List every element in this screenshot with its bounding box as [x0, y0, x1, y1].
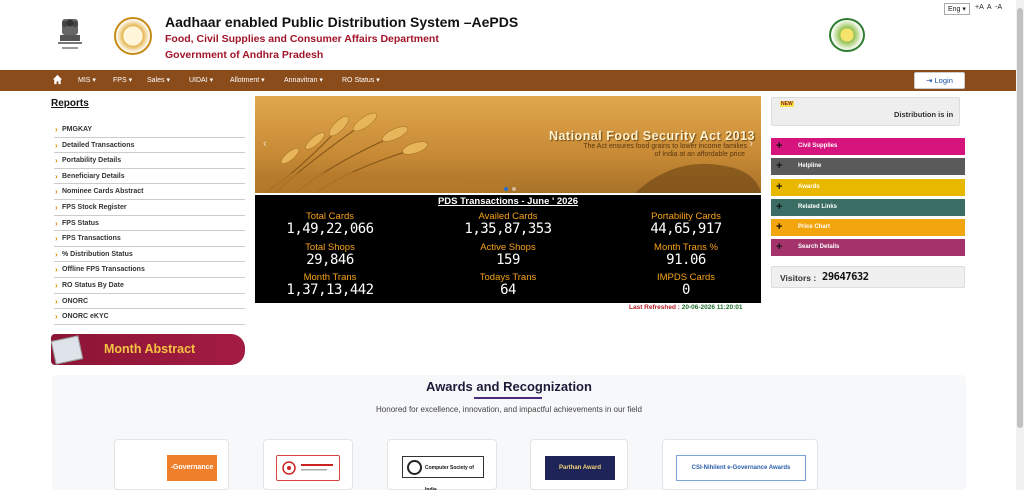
- stats-heading: PDS Transactions - June ' 2026: [437, 196, 579, 207]
- stat-active-shops: Active Shops 159: [480, 242, 536, 268]
- csi-emblem-icon: [407, 460, 422, 475]
- awards-description: Honored for excellence, innovation, and …: [376, 405, 642, 414]
- report-link-beneficiary-details[interactable]: Beneficiary Details: [54, 169, 245, 185]
- plus-icon: +: [776, 201, 783, 213]
- award-card[interactable]: CSI-Nihilent e-Governance Awards: [662, 439, 818, 490]
- scrollbar[interactable]: [1016, 0, 1024, 490]
- carousel-dots: [504, 178, 520, 193]
- scrollbar-thumb[interactable]: [1017, 8, 1023, 428]
- banner-line-2: of India at an affordable price: [654, 151, 745, 158]
- visitor-counter: Visitors : 29647632: [771, 266, 965, 288]
- nav-annavitran[interactable]: Annavitran ▾: [284, 76, 323, 84]
- page: Aadhaar enabled Public Distribution Syst…: [0, 0, 1024, 490]
- awards-section: Awards and Recognization Honored for exc…: [52, 375, 966, 490]
- award-logo: [276, 455, 340, 481]
- department-seal-icon: [114, 17, 152, 55]
- nav-mis[interactable]: MIS ▾: [78, 76, 96, 84]
- last-refreshed: Last Refreshed : 20-06-2026 11:20:01: [629, 304, 743, 311]
- stat-portability-cards: Portability Cards 44,65,917: [650, 211, 722, 237]
- link-price-chart[interactable]: + Price Chart: [771, 219, 965, 236]
- heading-underline: [474, 397, 542, 399]
- plus-icon: +: [776, 221, 783, 233]
- award-logo: Parthan Award: [545, 456, 615, 480]
- stat-impds-cards: IMPDS Cards 0: [656, 272, 716, 298]
- nav-allotment[interactable]: Allotment ▾: [230, 76, 265, 84]
- report-link-onorc-ekyc[interactable]: ONORC eKYC: [54, 309, 245, 325]
- stat-total-shops: Total Shops 29,846: [305, 242, 355, 268]
- report-link-portability-details[interactable]: Portability Details: [54, 153, 245, 169]
- stat-month-trans-percent: Month Trans % 91.06: [654, 242, 718, 268]
- government-name: Government of Andhra Pradesh: [165, 49, 324, 61]
- link-helpline[interactable]: + Helpline: [771, 158, 965, 175]
- stat-availed-cards: Availed Cards 1,35,87,353: [464, 211, 552, 237]
- main-nav: MIS ▾ FPS ▾ Sales ▾ UIDAI ▾ Allotment ▾ …: [0, 70, 1016, 91]
- department-name: Food, Civil Supplies and Consumer Affair…: [165, 33, 439, 45]
- reports-list: PMGKAY Detailed Transactions Portability…: [54, 122, 245, 325]
- carousel-next-icon[interactable]: ›: [749, 138, 753, 150]
- awards-heading: Awards and Recognization: [426, 379, 592, 394]
- award-card[interactable]: Computer Society of India: [387, 439, 497, 490]
- report-link-detailed-transactions[interactable]: Detailed Transactions: [54, 138, 245, 154]
- national-emblem-icon: [58, 19, 82, 49]
- nav-fps[interactable]: FPS ▾: [113, 76, 132, 84]
- site-title: Aadhaar enabled Public Distribution Syst…: [165, 14, 519, 30]
- report-link-fps-status[interactable]: FPS Status: [54, 216, 245, 232]
- font-size-controls[interactable]: +A A -A: [975, 4, 1002, 11]
- report-link-fps-stock-register[interactable]: FPS Stock Register: [54, 200, 245, 216]
- pds-transactions-board: PDS Transactions - June ' 2026 Total Car…: [255, 195, 761, 303]
- link-awards[interactable]: + Awards: [771, 179, 965, 196]
- news-ticker[interactable]: NEW Distribution is in: [771, 97, 960, 126]
- banner-title: National Food Security Act 2013: [548, 129, 755, 143]
- banner-line-1: The Act ensures food grains to lower inc…: [583, 143, 747, 150]
- award-logo: -Governance: [167, 455, 217, 481]
- award-logo: CSI-Nihilent e-Governance Awards: [676, 455, 806, 481]
- andhra-pradesh-logo-icon: [829, 18, 865, 52]
- award-card[interactable]: -Governance: [114, 439, 229, 490]
- stat-total-cards: Total Cards 1,49,22,066: [286, 211, 374, 237]
- report-link-ro-status-by-date[interactable]: RO Status By Date: [54, 278, 245, 294]
- report-link-fps-transactions[interactable]: FPS Transactions: [54, 231, 245, 247]
- login-button[interactable]: ⇥ Login: [914, 72, 965, 89]
- home-icon[interactable]: [52, 74, 63, 85]
- new-badge: NEW: [780, 101, 794, 107]
- nav-sales[interactable]: Sales ▾: [147, 76, 170, 84]
- plus-icon: +: [776, 160, 783, 172]
- link-related-links[interactable]: + Related Links: [771, 199, 965, 216]
- document-icon: [50, 335, 84, 365]
- report-link-distribution-status[interactable]: % Distribution Status: [54, 247, 245, 263]
- stat-todays-trans: Todays Trans 64: [479, 272, 537, 298]
- stat-month-trans: Month Trans 1,37,13,442: [286, 272, 374, 298]
- award-card[interactable]: [263, 439, 353, 490]
- news-text: Distribution is in: [894, 110, 954, 119]
- reports-heading: Reports: [51, 98, 89, 109]
- link-search-details[interactable]: + Search Details: [771, 239, 965, 256]
- award-card[interactable]: Parthan Award: [530, 439, 628, 490]
- link-civil-supplies[interactable]: + Civil Supplies: [771, 138, 965, 155]
- plus-icon: +: [776, 241, 783, 253]
- carousel-prev-icon[interactable]: ‹: [263, 138, 267, 150]
- nav-ro-status[interactable]: RO Status ▾: [342, 76, 380, 84]
- report-link-offline-fps-transactions[interactable]: Offline FPS Transactions: [54, 262, 245, 278]
- login-icon: ⇥: [926, 76, 933, 85]
- report-link-onorc[interactable]: ONORC: [54, 294, 245, 310]
- nav-uidai[interactable]: UIDAI ▾: [189, 76, 213, 84]
- plus-icon: +: [776, 140, 783, 152]
- report-link-nominee-cards-abstract[interactable]: Nominee Cards Abstract: [54, 184, 245, 200]
- plus-icon: +: [776, 181, 783, 193]
- award-emblem-icon: [282, 461, 333, 475]
- header: Aadhaar enabled Public Distribution Syst…: [0, 0, 1016, 70]
- language-select[interactable]: Eng ▾: [944, 3, 970, 15]
- month-abstract-button[interactable]: Month Abstract: [50, 334, 245, 365]
- report-link-pmgkay[interactable]: PMGKAY: [54, 122, 245, 138]
- award-logo: Computer Society of India: [402, 456, 484, 490]
- banner-carousel[interactable]: National Food Security Act 2013 The Act …: [255, 96, 761, 193]
- carousel-dot[interactable]: [504, 187, 508, 191]
- carousel-dot[interactable]: [512, 187, 516, 191]
